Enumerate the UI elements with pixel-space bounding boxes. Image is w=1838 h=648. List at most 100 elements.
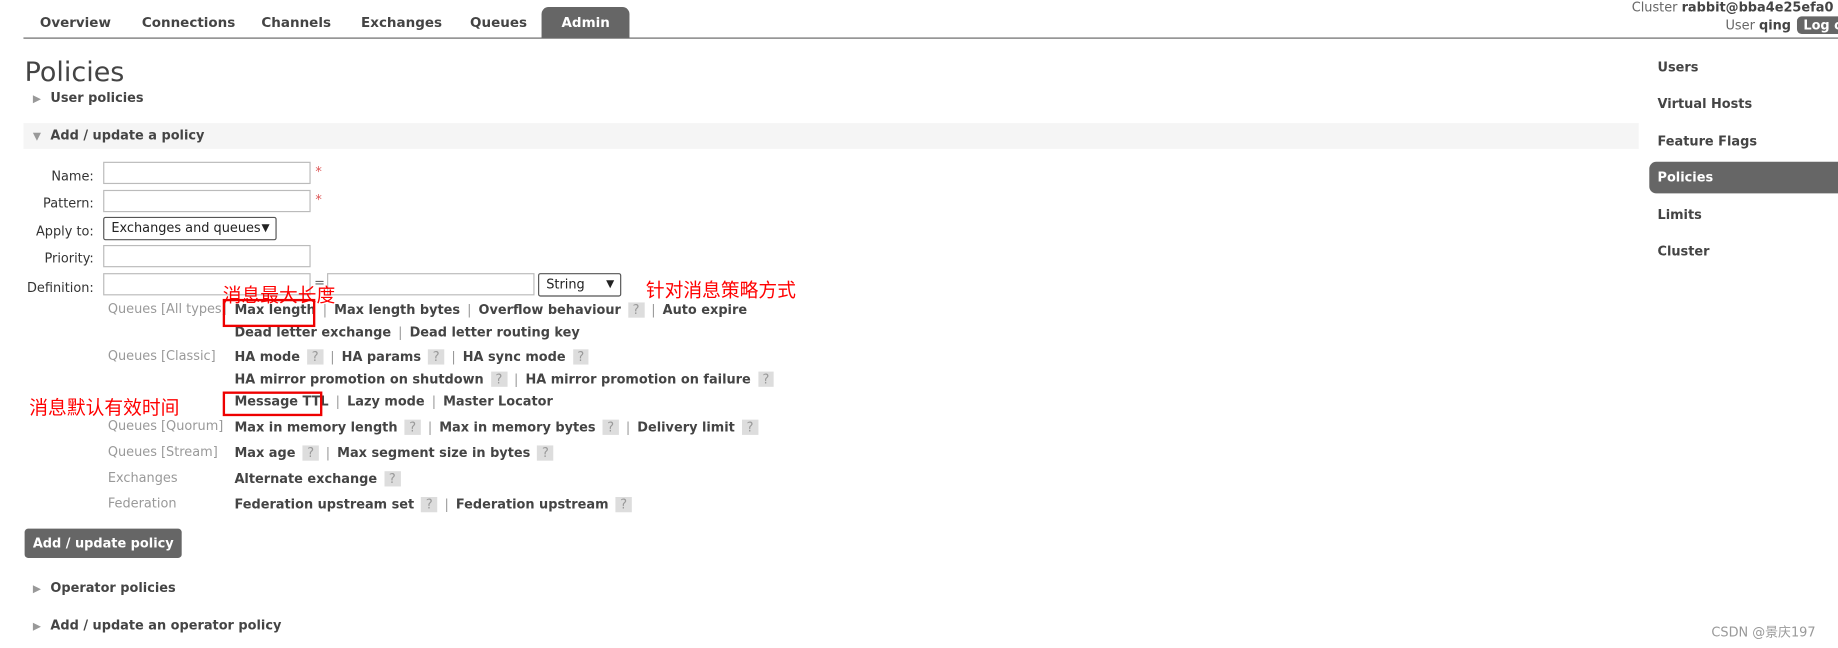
separator: | bbox=[467, 302, 472, 318]
separator: | bbox=[514, 371, 519, 387]
help-icon[interactable]: ? bbox=[602, 419, 619, 435]
highlight-box bbox=[222, 391, 323, 417]
link-fed-upstream[interactable]: Federation upstream bbox=[456, 497, 609, 512]
link-ha-params[interactable]: HA params bbox=[342, 349, 421, 364]
user-info: User qing Log out bbox=[1725, 16, 1838, 34]
link-ha-shutdown[interactable]: HA mirror promotion on shutdown bbox=[234, 372, 483, 387]
link-ha-failure[interactable]: HA mirror promotion on failure bbox=[525, 372, 750, 387]
section-label: Add / update an operator policy bbox=[50, 617, 282, 633]
tab-queues[interactable]: Queues bbox=[454, 7, 544, 37]
chevron-down-icon: ▼ bbox=[261, 222, 270, 235]
separator: | bbox=[427, 419, 433, 435]
tab-admin[interactable]: Admin bbox=[541, 7, 630, 38]
help-icon[interactable]: ? bbox=[307, 349, 324, 365]
group-label-all: Queues [All types] bbox=[107, 301, 227, 317]
link-max-age[interactable]: Max age bbox=[234, 445, 295, 460]
chevron-down-icon: ▼ bbox=[606, 278, 615, 291]
link-dlrk[interactable]: Dead letter routing key bbox=[410, 325, 580, 340]
apply-to-value: Exchanges and queues bbox=[111, 220, 261, 236]
link-delivery-limit[interactable]: Delivery limit bbox=[637, 420, 735, 435]
expand-arrow-icon: ▶ bbox=[32, 583, 41, 596]
user-label: User bbox=[1725, 17, 1755, 33]
help-icon[interactable]: ? bbox=[302, 445, 319, 461]
group-label-exchanges: Exchanges bbox=[107, 470, 178, 486]
group-label-stream: Queues [Stream] bbox=[107, 444, 218, 460]
separator: | bbox=[651, 302, 656, 318]
link-fed-upstream-set[interactable]: Federation upstream set bbox=[234, 497, 414, 512]
help-icon[interactable]: ? bbox=[404, 419, 421, 435]
tab-exchanges[interactable]: Exchanges bbox=[345, 7, 459, 37]
help-icon[interactable]: ? bbox=[428, 349, 445, 365]
link-alternate-exchange[interactable]: Alternate exchange bbox=[234, 471, 377, 486]
help-icon[interactable]: ? bbox=[757, 371, 775, 387]
definition-type-select[interactable]: String ▼ bbox=[538, 273, 622, 297]
help-icon[interactable]: ? bbox=[490, 371, 508, 387]
highlight-box bbox=[222, 298, 316, 328]
sidebar-item-policies[interactable]: Policies bbox=[1649, 161, 1838, 194]
watermark: CSDN @景庆197 bbox=[1711, 624, 1816, 641]
cluster-info: Cluster rabbit@bba4e25efa0 bbox=[1632, 0, 1834, 15]
help-icon[interactable]: ? bbox=[537, 445, 554, 461]
section-label: Operator policies bbox=[50, 580, 176, 596]
sidebar-item-feature-flags[interactable]: Feature Flags bbox=[1649, 125, 1838, 157]
add-operator-policy-toggle[interactable]: ▶ Add / update an operator policy bbox=[23, 613, 1638, 639]
user-name: qing bbox=[1758, 17, 1792, 33]
name-input[interactable] bbox=[103, 161, 311, 185]
separator: | bbox=[451, 349, 456, 365]
user-policies-toggle[interactable]: ▶ User policies bbox=[23, 86, 1638, 112]
cluster-name: rabbit@bba4e25efa0 bbox=[1681, 0, 1834, 16]
group-label-federation: Federation bbox=[107, 495, 177, 512]
priority-label: Priority: bbox=[44, 250, 94, 267]
page-title: Policies bbox=[24, 57, 125, 88]
section-label: User policies bbox=[50, 90, 144, 106]
tab-connections[interactable]: Connections bbox=[125, 7, 251, 37]
name-label: Name: bbox=[51, 168, 94, 185]
link-overflow[interactable]: Overflow behaviour bbox=[479, 302, 621, 317]
collapse-arrow-icon: ▼ bbox=[32, 131, 41, 144]
pattern-input[interactable] bbox=[103, 189, 311, 213]
sidebar-item-cluster[interactable]: Cluster bbox=[1649, 236, 1838, 268]
link-segment-size[interactable]: Max segment size in bytes bbox=[337, 445, 530, 460]
link-max-length-bytes[interactable]: Max length bytes bbox=[334, 302, 460, 317]
link-mem-bytes[interactable]: Max in memory bytes bbox=[439, 420, 595, 435]
help-icon[interactable]: ? bbox=[627, 302, 645, 318]
add-update-policy-button[interactable]: Add / update policy bbox=[24, 528, 182, 558]
link-mem-length[interactable]: Max in memory length bbox=[234, 420, 397, 435]
definition-value-input[interactable] bbox=[327, 273, 535, 296]
help-icon[interactable]: ? bbox=[384, 471, 401, 487]
sidebar-item-users[interactable]: Users bbox=[1649, 52, 1838, 84]
expand-arrow-icon: ▶ bbox=[32, 93, 41, 106]
operator-policies-toggle[interactable]: ▶ Operator policies bbox=[23, 576, 1638, 602]
help-icon[interactable]: ? bbox=[741, 419, 759, 435]
pattern-label: Pattern: bbox=[43, 195, 94, 211]
link-master-locator[interactable]: Master Locator bbox=[443, 394, 553, 409]
priority-input[interactable] bbox=[103, 244, 311, 268]
separator: | bbox=[335, 393, 341, 410]
sidebar-item-virtual-hosts[interactable]: Virtual Hosts bbox=[1649, 88, 1838, 120]
add-policy-toggle[interactable]: ▼ Add / update a policy bbox=[23, 123, 1639, 149]
help-icon[interactable]: ? bbox=[615, 497, 632, 513]
link-auto-expire[interactable]: Auto expire bbox=[663, 302, 747, 317]
help-icon[interactable]: ? bbox=[421, 497, 438, 513]
tab-overview[interactable]: Overview bbox=[23, 7, 127, 37]
annotation-ttl: 消息默认有效时间 bbox=[29, 396, 180, 419]
sidebar-item-limits[interactable]: Limits bbox=[1649, 199, 1838, 231]
apply-to-label: Apply to: bbox=[35, 223, 94, 240]
expand-arrow-icon: ▶ bbox=[32, 621, 41, 633]
link-lazy-mode[interactable]: Lazy mode bbox=[347, 394, 425, 409]
link-ha-sync[interactable]: HA sync mode bbox=[463, 349, 566, 364]
separator: | bbox=[625, 419, 631, 435]
required-marker: * bbox=[315, 192, 322, 208]
type-value: String bbox=[546, 276, 585, 292]
tab-channels[interactable]: Channels bbox=[245, 7, 347, 37]
group-label-classic: Queues [Classic] bbox=[107, 348, 216, 364]
separator: | bbox=[444, 497, 449, 513]
group-label-quorum: Queues [Quorum] bbox=[107, 418, 224, 434]
apply-to-select[interactable]: Exchanges and queues ▼ bbox=[103, 216, 277, 241]
required-marker: * bbox=[315, 164, 322, 180]
help-icon[interactable]: ? bbox=[572, 349, 589, 365]
annotation-strategy: 针对消息策略方式 bbox=[645, 278, 796, 302]
logout-button[interactable]: Log out bbox=[1797, 16, 1838, 34]
link-ha-mode[interactable]: HA mode bbox=[234, 349, 300, 364]
separator: | bbox=[330, 349, 335, 365]
